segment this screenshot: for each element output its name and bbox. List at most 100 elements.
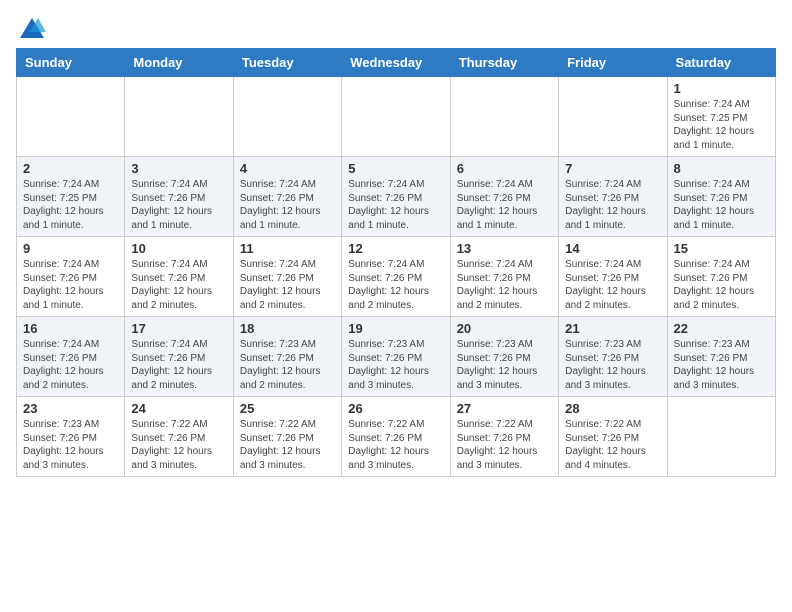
calendar-cell: 1 Sunrise: 7:24 AM Sunset: 7:25 PM Daylig… — [667, 77, 775, 157]
calendar-cell: 5 Sunrise: 7:24 AM Sunset: 7:26 PM Daylig… — [342, 157, 450, 237]
calendar-cell: 19 Sunrise: 7:23 AM Sunset: 7:26 PM Dayli… — [342, 317, 450, 397]
day-number: 23 — [23, 401, 118, 416]
day-number: 20 — [457, 321, 552, 336]
day-number: 17 — [131, 321, 226, 336]
day-number: 12 — [348, 241, 443, 256]
logo-icon — [18, 16, 46, 44]
day-number: 21 — [565, 321, 660, 336]
day-number: 6 — [457, 161, 552, 176]
day-info: Sunrise: 7:22 AM Sunset: 7:26 PM Dayligh… — [348, 418, 443, 472]
calendar-cell: 16Sunrise: 7:24 AM Sunset: 7:26 PM Dayli… — [17, 317, 125, 397]
day-info: Sunrise: 7:24 AM Sunset: 7:26 PM Dayligh… — [565, 258, 660, 312]
calendar-cell: 11 Sunrise: 7:24 AM Sunset: 7:26 PM Dayli… — [233, 237, 341, 317]
calendar-cell: 9 Sunrise: 7:24 AM Sunset: 7:26 PM Daylig… — [17, 237, 125, 317]
calendar-cell: 8 Sunrise: 7:24 AM Sunset: 7:26 PM Daylig… — [667, 157, 775, 237]
day-info: Sunrise: 7:23 AM Sunset: 7:26 PM Dayligh… — [240, 338, 335, 392]
day-number: 4 — [240, 161, 335, 176]
day-number: 2 — [23, 161, 118, 176]
calendar-cell: 15 Sunrise: 7:24 AM Sunset: 7:26 PM Dayli… — [667, 237, 775, 317]
day-info: Sunrise: 7:24 AM Sunset: 7:26 PM Dayligh… — [240, 178, 335, 232]
calendar-cell: 10 Sunrise: 7:24 AM Sunset: 7:26 PM Dayli… — [125, 237, 233, 317]
day-number: 27 — [457, 401, 552, 416]
day-number: 15 — [674, 241, 769, 256]
day-info: Sunrise: 7:23 AM Sunset: 7:26 PM Dayligh… — [565, 338, 660, 392]
calendar-cell: 6 Sunrise: 7:24 AM Sunset: 7:26 PM Daylig… — [450, 157, 558, 237]
day-number: 22 — [674, 321, 769, 336]
calendar-week-row: 16 Sunrise: 7:24 AM Sunset: 7:26 PM Dayli… — [17, 317, 776, 397]
day-number: 9 — [23, 241, 118, 256]
day-header-wednesday: Wednesday — [342, 49, 450, 77]
day-number: 19 — [348, 321, 443, 336]
calendar-cell: 18 Sunrise: 7:23 AM Sunset: 7:26 PM Dayli… — [233, 317, 341, 397]
calendar-table: SundayMondayTuesdayWednesdayThursdayFrid… — [16, 48, 776, 477]
day-number: 3 — [131, 161, 226, 176]
day-number: 7 — [565, 161, 660, 176]
day-number: 13 — [457, 241, 552, 256]
calendar-cell: 20Sunrise: 7:23 AM Sunset: 7:26 PM Dayli… — [450, 317, 558, 397]
calendar-cell: 2 Sunrise: 7:24 AM Sunset: 7:25 PM Daylig… — [17, 157, 125, 237]
day-info: Sunrise: 7:24 AM Sunset: 7:26 PM Dayligh… — [23, 258, 118, 312]
day-info: Sunrise: 7:24 AM Sunset: 7:26 PM Dayligh… — [674, 258, 769, 312]
page-header — [16, 16, 776, 40]
calendar-cell: 24 Sunrise: 7:22 AM Sunset: 7:26 PM Dayli… — [125, 397, 233, 477]
day-info: Sunrise: 7:24 AM Sunset: 7:26 PM Dayligh… — [131, 178, 226, 232]
calendar-cell: 22 Sunrise: 7:23 AM Sunset: 7:26 PM Dayli… — [667, 317, 775, 397]
calendar-cell: 17 Sunrise: 7:24 AM Sunset: 7:26 PM Dayli… — [125, 317, 233, 397]
calendar-cell: 13Sunrise: 7:24 AM Sunset: 7:26 PM Dayli… — [450, 237, 558, 317]
calendar-header-row: SundayMondayTuesdayWednesdayThursdayFrid… — [17, 49, 776, 77]
day-number: 14 — [565, 241, 660, 256]
calendar-cell: 23 Sunrise: 7:23 AM Sunset: 7:26 PM Dayli… — [17, 397, 125, 477]
logo — [16, 16, 46, 40]
calendar-cell: 25 Sunrise: 7:22 AM Sunset: 7:26 PM Dayli… — [233, 397, 341, 477]
day-info: Sunrise: 7:22 AM Sunset: 7:26 PM Dayligh… — [131, 418, 226, 472]
day-number: 8 — [674, 161, 769, 176]
day-number: 16 — [23, 321, 118, 336]
calendar-cell — [342, 77, 450, 157]
day-header-monday: Monday — [125, 49, 233, 77]
calendar-cell — [450, 77, 558, 157]
day-header-tuesday: Tuesday — [233, 49, 341, 77]
day-info: Sunrise: 7:24 AM Sunset: 7:26 PM Dayligh… — [131, 338, 226, 392]
day-info: Sunrise: 7:24 AM Sunset: 7:25 PM Dayligh… — [674, 98, 769, 152]
day-header-saturday: Saturday — [667, 49, 775, 77]
calendar-cell — [667, 397, 775, 477]
calendar-week-row: 23 Sunrise: 7:23 AM Sunset: 7:26 PM Dayli… — [17, 397, 776, 477]
calendar-cell: 27 Sunrise: 7:22 AM Sunset: 7:26 PM Dayli… — [450, 397, 558, 477]
day-header-thursday: Thursday — [450, 49, 558, 77]
calendar-week-row: 9 Sunrise: 7:24 AM Sunset: 7:26 PM Daylig… — [17, 237, 776, 317]
calendar-cell: 12Sunrise: 7:24 AM Sunset: 7:26 PM Dayli… — [342, 237, 450, 317]
day-number: 11 — [240, 241, 335, 256]
calendar-cell: 14 Sunrise: 7:24 AM Sunset: 7:26 PM Dayli… — [559, 237, 667, 317]
calendar-cell — [125, 77, 233, 157]
day-info: Sunrise: 7:24 AM Sunset: 7:25 PM Dayligh… — [23, 178, 118, 232]
day-header-friday: Friday — [559, 49, 667, 77]
day-info: Sunrise: 7:24 AM Sunset: 7:26 PM Dayligh… — [348, 178, 443, 232]
day-number: 10 — [131, 241, 226, 256]
day-info: Sunrise: 7:24 AM Sunset: 7:26 PM Dayligh… — [457, 178, 552, 232]
day-info: Sunrise: 7:22 AM Sunset: 7:26 PM Dayligh… — [565, 418, 660, 472]
calendar-cell: 7 Sunrise: 7:24 AM Sunset: 7:26 PM Daylig… — [559, 157, 667, 237]
calendar-cell: 4 Sunrise: 7:24 AM Sunset: 7:26 PM Daylig… — [233, 157, 341, 237]
day-number: 5 — [348, 161, 443, 176]
day-number: 1 — [674, 81, 769, 96]
day-number: 18 — [240, 321, 335, 336]
day-info: Sunrise: 7:24 AM Sunset: 7:26 PM Dayligh… — [565, 178, 660, 232]
day-info: Sunrise: 7:24 AM Sunset: 7:26 PM Dayligh… — [240, 258, 335, 312]
day-info: Sunrise: 7:22 AM Sunset: 7:26 PM Dayligh… — [240, 418, 335, 472]
calendar-week-row: 2 Sunrise: 7:24 AM Sunset: 7:25 PM Daylig… — [17, 157, 776, 237]
day-info: Sunrise: 7:23 AM Sunset: 7:26 PM Dayligh… — [23, 418, 118, 472]
day-info: Sunrise: 7:24 AM Sunset: 7:26 PM Dayligh… — [674, 178, 769, 232]
calendar-cell: 28 Sunrise: 7:22 AM Sunset: 7:26 PM Dayli… — [559, 397, 667, 477]
day-number: 25 — [240, 401, 335, 416]
day-number: 26 — [348, 401, 443, 416]
calendar-cell — [17, 77, 125, 157]
day-info: Sunrise: 7:23 AM Sunset: 7:26 PM Dayligh… — [348, 338, 443, 392]
day-number: 24 — [131, 401, 226, 416]
calendar-cell: 26 Sunrise: 7:22 AM Sunset: 7:26 PM Dayli… — [342, 397, 450, 477]
day-info: Sunrise: 7:24 AM Sunset: 7:26 PM Dayligh… — [131, 258, 226, 312]
day-info: Sunrise: 7:23 AM Sunset: 7:26 PM Dayligh… — [674, 338, 769, 392]
day-info: Sunrise: 7:22 AM Sunset: 7:26 PM Dayligh… — [457, 418, 552, 472]
calendar-cell — [233, 77, 341, 157]
day-number: 28 — [565, 401, 660, 416]
calendar-cell — [559, 77, 667, 157]
